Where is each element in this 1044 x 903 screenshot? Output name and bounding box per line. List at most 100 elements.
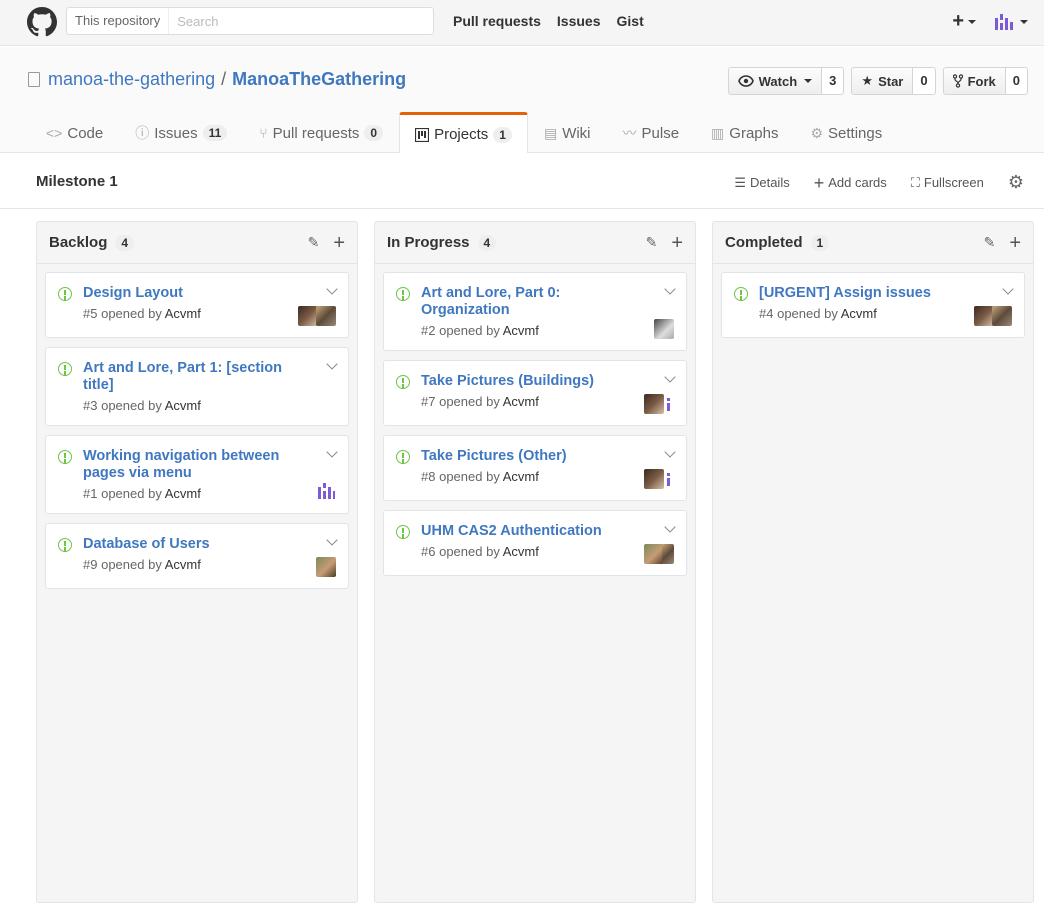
fullscreen-label: Fullscreen [923, 175, 984, 190]
add-card-icon[interactable]: + [1009, 233, 1021, 253]
avatar[interactable] [654, 319, 674, 339]
project-icon [415, 127, 430, 142]
issue-card[interactable]: UHM CAS2 Authentication #6 opened by Acv… [383, 510, 687, 576]
issue-author-link[interactable]: Acvmf [503, 469, 539, 484]
issue-meta: #2 opened by Acvmf [421, 323, 646, 338]
issue-title-link[interactable]: [URGENT] Assign issues [759, 285, 984, 302]
header-nav-gist[interactable]: Gist [617, 13, 644, 29]
avatar[interactable] [644, 394, 664, 414]
issue-title-link[interactable]: Working navigation between pages via men… [83, 448, 308, 482]
issue-opened-icon [58, 287, 72, 301]
avatar[interactable] [662, 544, 674, 564]
avatar[interactable] [664, 469, 674, 489]
header-nav-issues[interactable]: Issues [557, 13, 601, 29]
avatar[interactable] [992, 306, 1012, 326]
github-logo-icon[interactable] [27, 7, 57, 37]
issue-title-link[interactable]: UHM CAS2 Authentication [421, 523, 646, 540]
issue-author-link[interactable]: Acvmf [165, 557, 201, 572]
caret-down-icon [1020, 19, 1028, 24]
opened-by-text: opened by [439, 469, 500, 484]
tab-code[interactable]: <> Code [30, 112, 119, 153]
create-new-menu[interactable]: + [952, 10, 976, 33]
issue-title-link[interactable]: Design Layout [83, 285, 308, 302]
chevron-down-icon[interactable] [326, 283, 338, 295]
avatar[interactable] [316, 482, 336, 502]
avatar[interactable] [664, 394, 674, 414]
tab-pulse[interactable]: 〰 Pulse [607, 112, 696, 153]
avatar[interactable] [644, 544, 664, 564]
issue-meta: #7 opened by Acvmf [421, 394, 646, 409]
issue-author-link[interactable]: Acvmf [165, 306, 201, 321]
chevron-down-icon[interactable] [326, 534, 338, 546]
pencil-icon[interactable]: ✎ [308, 234, 320, 251]
fullscreen-button[interactable]: ⛶ Fullscreen [911, 175, 984, 191]
chevron-down-icon[interactable] [1002, 283, 1014, 295]
tab-pull-requests[interactable]: ⑂ Pull requests 0 [243, 112, 399, 153]
opened-by-text: opened by [439, 323, 500, 338]
chevron-down-icon[interactable] [664, 371, 676, 383]
add-cards-button[interactable]: + Add cards [814, 174, 887, 192]
project-settings-button[interactable]: ⚙ [1008, 172, 1024, 193]
avatar[interactable] [974, 306, 994, 326]
star-button[interactable]: ★ Star [851, 67, 914, 95]
details-button[interactable]: ☰ Details [734, 175, 789, 191]
issue-title-link[interactable]: Database of Users [83, 536, 308, 553]
issue-card[interactable]: [URGENT] Assign issues #4 opened by Acvm… [721, 272, 1025, 338]
issue-card[interactable]: Take Pictures (Buildings) #7 opened by A… [383, 360, 687, 426]
header-nav-pull-requests[interactable]: Pull requests [453, 13, 541, 29]
issue-number: #2 [421, 323, 436, 338]
chevron-down-icon[interactable] [326, 446, 338, 458]
pencil-icon[interactable]: ✎ [646, 234, 658, 251]
chevron-down-icon[interactable] [664, 283, 676, 295]
repo-name-link[interactable]: ManoaTheGathering [232, 69, 406, 90]
tab-wiki[interactable]: ▤ Wiki [528, 112, 607, 153]
add-card-icon[interactable]: + [671, 233, 683, 253]
issue-card[interactable]: Design Layout #5 opened by Acvmf [45, 272, 349, 338]
search-input[interactable] [169, 8, 433, 34]
issue-opened-icon: ⓘ [135, 125, 150, 141]
avatar[interactable] [316, 557, 336, 577]
chevron-down-icon[interactable] [664, 521, 676, 533]
issue-author-link[interactable]: Acvmf [503, 394, 539, 409]
avatar[interactable] [298, 306, 318, 326]
tab-projects[interactable]: Projects 1 [399, 112, 528, 154]
repo-title: manoa-the-gathering / ManoaTheGathering [28, 69, 406, 90]
issue-title-link[interactable]: Art and Lore, Part 0: Organization [421, 285, 646, 319]
issue-author-link[interactable]: Acvmf [503, 323, 539, 338]
tab-graphs[interactable]: ▥ Graphs [695, 112, 794, 153]
assignees [316, 557, 336, 577]
tab-issues[interactable]: ⓘ Issues 11 [119, 112, 243, 153]
issue-card[interactable]: Art and Lore, Part 1: [section title] #3… [45, 347, 349, 426]
repo-owner-link[interactable]: manoa-the-gathering [48, 69, 215, 90]
star-count[interactable]: 0 [913, 67, 936, 95]
watch-count[interactable]: 3 [822, 67, 845, 95]
issue-title-link[interactable]: Art and Lore, Part 1: [section title] [83, 360, 308, 394]
avatar[interactable] [644, 469, 664, 489]
watch-button[interactable]: Watch [727, 67, 823, 95]
column-count: 4 [477, 234, 497, 251]
tab-label: Wiki [562, 124, 591, 142]
pencil-icon[interactable]: ✎ [984, 234, 996, 251]
chevron-down-icon[interactable] [326, 358, 338, 370]
opened-by-text: opened by [101, 557, 162, 572]
fork-button[interactable]: Fork [942, 67, 1006, 95]
opened-by-text: opened by [101, 486, 162, 501]
add-card-icon[interactable]: + [333, 233, 345, 253]
issue-title-link[interactable]: Take Pictures (Other) [421, 448, 646, 465]
issue-author-link[interactable]: Acvmf [841, 306, 877, 321]
tab-settings[interactable]: ⚙ Settings [794, 112, 898, 153]
user-menu[interactable] [994, 12, 1028, 32]
issue-card[interactable]: Take Pictures (Other) #8 opened by Acvmf [383, 435, 687, 501]
eye-icon [737, 75, 754, 87]
issue-author-link[interactable]: Acvmf [165, 486, 201, 501]
issue-title-link[interactable]: Take Pictures (Buildings) [421, 373, 646, 390]
issue-card[interactable]: Art and Lore, Part 0: Organization #2 op… [383, 272, 687, 351]
issue-author-link[interactable]: Acvmf [165, 398, 201, 413]
issue-card[interactable]: Database of Users #9 opened by Acvmf [45, 523, 349, 589]
issue-opened-icon [396, 375, 410, 389]
issue-card[interactable]: Working navigation between pages via men… [45, 435, 349, 514]
avatar[interactable] [316, 306, 336, 326]
issue-author-link[interactable]: Acvmf [503, 544, 539, 559]
fork-count[interactable]: 0 [1005, 67, 1028, 95]
chevron-down-icon[interactable] [664, 446, 676, 458]
